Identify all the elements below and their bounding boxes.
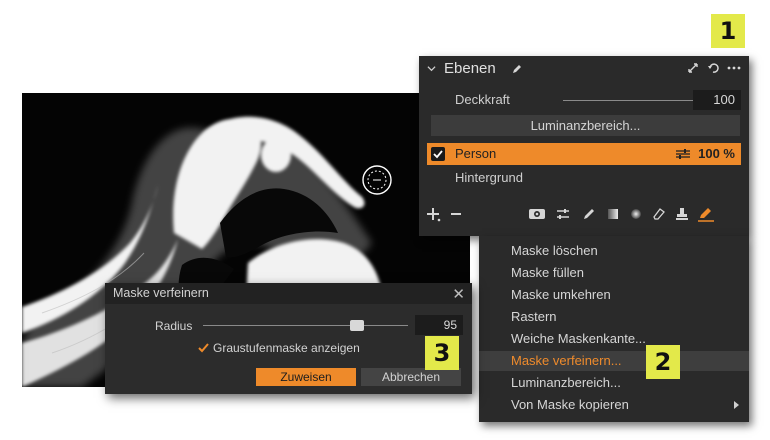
brush-icon[interactable] [581, 206, 597, 222]
opacity-slider-track[interactable] [563, 100, 713, 101]
brush-cursor-icon [362, 165, 392, 195]
radius-slider-track[interactable] [203, 325, 408, 326]
layer-visibility-checkbox[interactable] [431, 147, 445, 161]
opacity-label: Deckkraft [455, 92, 510, 107]
mask-brush-icon[interactable] [697, 206, 715, 222]
gradient-icon[interactable] [605, 206, 621, 222]
adjust-icon[interactable] [555, 206, 571, 222]
chevron-right-icon [734, 401, 739, 409]
menu-item-maske-verfeinern[interactable]: Maske verfeinern... [479, 351, 749, 371]
panel-header-icons [687, 62, 741, 74]
chevron-down-icon[interactable] [427, 64, 436, 73]
menu-item-maske-umkehren[interactable]: Maske umkehren [479, 285, 749, 305]
callout-2: 2 [646, 345, 680, 379]
refine-mask-dialog: Maske verfeinern ✕ Radius 95 Graustufenm… [105, 283, 472, 394]
more-icon[interactable] [727, 62, 741, 74]
pen-icon[interactable] [511, 63, 523, 75]
reset-icon[interactable] [707, 62, 719, 74]
opacity-row: Deckkraft 100 [455, 90, 741, 110]
menu-item-label: Von Maske kopieren [511, 397, 629, 412]
radial-icon[interactable] [628, 206, 644, 222]
check-icon [433, 150, 443, 159]
stamp-icon[interactable] [674, 206, 690, 222]
grayscale-mask-label[interactable]: Graustufenmaske anzeigen [213, 341, 360, 355]
mask-context-menu: Maske löschen Maske füllen Maske umkehre… [479, 236, 749, 422]
add-icon[interactable] [425, 206, 441, 222]
callout-3: 3 [425, 336, 459, 370]
layers-panel: Ebenen Deckkraft 100 Luminanzbereich... … [419, 56, 749, 236]
radius-value-field[interactable]: 95 [415, 315, 463, 335]
radius-slider-thumb[interactable] [350, 320, 364, 331]
radius-label: Radius [155, 319, 193, 333]
eye-icon[interactable] [528, 206, 546, 222]
expand-icon[interactable] [687, 62, 699, 74]
opacity-value-field[interactable]: 100 [693, 90, 741, 110]
menu-item-weiche-maskenkante[interactable]: Weiche Maskenkante... [479, 329, 749, 349]
menu-item-maske-loeschen[interactable]: Maske löschen [479, 241, 749, 261]
remove-icon[interactable] [449, 206, 463, 222]
sliders-icon[interactable] [675, 148, 691, 160]
layer-row-hintergrund[interactable]: Hintergrund [455, 170, 523, 185]
dialog-title-bar[interactable]: Maske verfeinern ✕ [105, 283, 472, 304]
layer-opacity: 100 % [698, 146, 735, 161]
menu-item-rastern[interactable]: Rastern [479, 307, 749, 327]
grayscale-checkbox[interactable] [198, 343, 209, 353]
layer-toolbar [425, 206, 741, 228]
dialog-title: Maske verfeinern [113, 286, 209, 300]
menu-item-luminanzbereich[interactable]: Luminanzbereich... [479, 373, 749, 393]
layer-row-person[interactable]: Person 100 % [427, 143, 741, 165]
layer-name: Person [455, 146, 497, 161]
menu-item-von-maske-kopieren[interactable]: Von Maske kopieren [479, 395, 749, 415]
close-icon[interactable]: ✕ [452, 285, 465, 303]
menu-item-maske-fuellen[interactable]: Maske füllen [479, 263, 749, 283]
layers-panel-title: Ebenen [444, 60, 496, 77]
eraser-icon[interactable] [651, 206, 667, 222]
assign-button[interactable]: Zuweisen [256, 368, 356, 386]
layers-panel-header: Ebenen [427, 60, 741, 82]
callout-1: 1 [711, 14, 745, 48]
cancel-button[interactable]: Abbrechen [361, 368, 461, 386]
luminance-range-button[interactable]: Luminanzbereich... [431, 115, 740, 136]
